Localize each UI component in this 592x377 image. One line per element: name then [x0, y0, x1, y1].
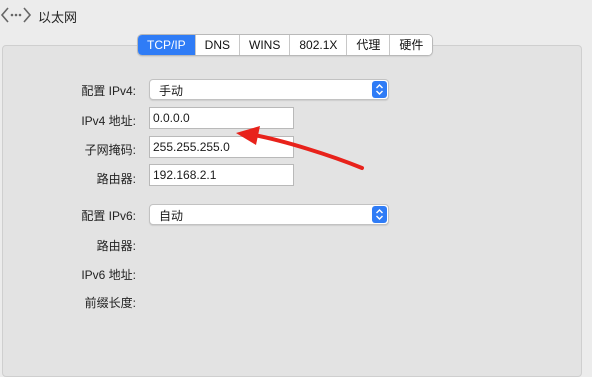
configure-ipv4-popup[interactable]: 手动 — [149, 79, 389, 100]
ipv4-address-label: IPv4 地址: — [81, 114, 136, 128]
up-down-stepper-icon — [372, 81, 387, 98]
configure-ipv4-value: 手动 — [159, 84, 184, 98]
subnet-mask-label: 子网掩码: — [84, 143, 136, 157]
configure-ipv6-value: 自动 — [159, 209, 184, 223]
prefix-length-label: 前缀长度: — [84, 296, 136, 310]
tab-bar: TCP/IP DNS WINS 802.1X 代理 硬件 — [137, 34, 434, 56]
tab-tcpip[interactable]: TCP/IP — [138, 35, 195, 55]
tab-hardware[interactable]: 硬件 — [389, 35, 433, 55]
configure-ipv4-label: 配置 IPv4: — [81, 84, 136, 98]
subnet-mask-value: 255.255.255.0 — [153, 140, 230, 154]
annotation-arrow-icon — [236, 126, 364, 170]
window-title: 以太网 — [38, 10, 78, 25]
router-label: 路由器: — [96, 172, 136, 186]
tab-8021x[interactable]: 802.1X — [289, 35, 347, 55]
tab-dns[interactable]: DNS — [194, 35, 240, 55]
up-down-stepper-icon — [372, 206, 387, 223]
tab-wins[interactable]: WINS — [239, 35, 290, 55]
configure-ipv6-popup[interactable]: 自动 — [149, 204, 389, 225]
router-value: 192.168.2.1 — [153, 168, 217, 182]
title-bar: 以太网 — [0, 0, 592, 32]
ipv4-address-value: 0.0.0.0 — [153, 111, 190, 125]
configure-ipv6-label: 配置 IPv6: — [81, 209, 136, 223]
back-forward-icon[interactable] — [0, 4, 32, 26]
tab-proxy[interactable]: 代理 — [346, 35, 390, 55]
ipv6-address-label: IPv6 地址: — [81, 268, 136, 282]
ipv6-router-label: 路由器: — [96, 239, 136, 253]
